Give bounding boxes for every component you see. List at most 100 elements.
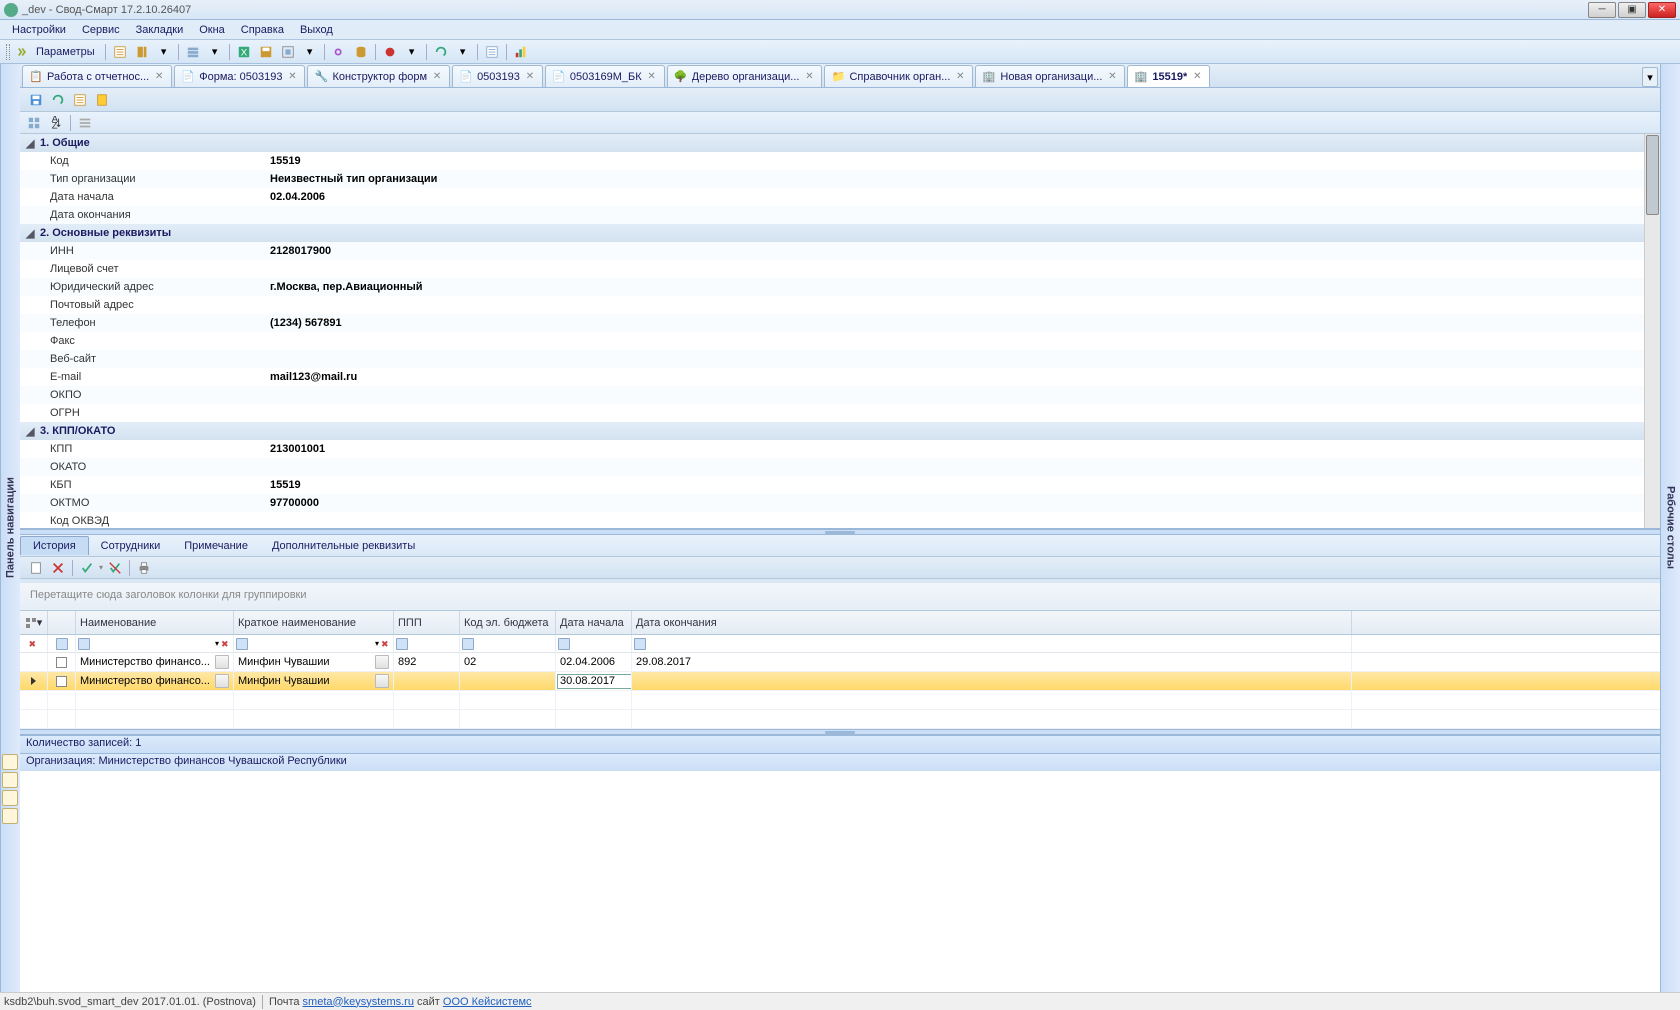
tool-link-icon[interactable] — [329, 42, 349, 62]
pg-row[interactable]: ИНН2128017900 — [20, 242, 1660, 260]
tool-3[interactable]: ▾ — [154, 42, 174, 62]
tab-close-icon[interactable]: ✕ — [1191, 71, 1203, 83]
tool-list-icon[interactable] — [482, 42, 502, 62]
tab-close-icon[interactable]: ✕ — [524, 71, 536, 83]
tab-employees[interactable]: Сотрудники — [89, 537, 173, 555]
menu-service[interactable]: Сервис — [74, 22, 128, 38]
filter-icon[interactable] — [56, 638, 68, 650]
menu-bookmarks[interactable]: Закладки — [128, 22, 192, 38]
strip-icon-1[interactable] — [2, 754, 18, 770]
tool-save-icon[interactable] — [256, 42, 276, 62]
tab-close-icon[interactable]: ✕ — [1106, 71, 1118, 83]
pg-section-header[interactable]: ◢2. Основные реквизиты — [20, 224, 1660, 242]
tab-close-icon[interactable]: ✕ — [646, 71, 658, 83]
prop-value[interactable]: mail123@mail.ru — [270, 371, 1660, 383]
toolbar-grip[interactable] — [6, 44, 10, 60]
table-row[interactable] — [20, 691, 1660, 710]
tool-5[interactable]: ▾ — [205, 42, 225, 62]
tab-report[interactable]: 📋Работа с отчетнос...✕ — [22, 65, 172, 87]
prop-value[interactable]: 97700000 — [270, 497, 1660, 509]
close-button[interactable]: ✕ — [1648, 2, 1676, 18]
tab-history[interactable]: История — [20, 536, 89, 555]
tab-note[interactable]: Примечание — [172, 537, 260, 555]
table-row[interactable]: Министерство финансо... Минфин Чувашии ▾ — [20, 672, 1660, 691]
tool-1[interactable] — [110, 42, 130, 62]
scroll-thumb[interactable] — [1646, 135, 1659, 215]
collapse-icon[interactable]: ◢ — [26, 137, 36, 150]
col-name[interactable]: Наименование — [76, 611, 234, 634]
tool-7[interactable] — [278, 42, 298, 62]
tab-extra[interactable]: Дополнительные реквизиты — [260, 537, 427, 555]
prop-value[interactable]: 15519 — [270, 155, 1660, 167]
strip-icon-2[interactable] — [2, 772, 18, 788]
col-check[interactable] — [48, 611, 76, 634]
maximize-button[interactable]: ▣ — [1618, 2, 1646, 18]
tool-2[interactable] — [132, 42, 152, 62]
pg-row[interactable]: ОКАТО — [20, 458, 1660, 476]
params-button[interactable] — [14, 42, 34, 62]
menu-windows[interactable]: Окна — [191, 22, 233, 38]
tool-chart-icon[interactable] — [511, 42, 531, 62]
strip-icon-4[interactable] — [2, 808, 18, 824]
tool-13[interactable]: ▾ — [453, 42, 473, 62]
tool-excel-icon[interactable]: X — [234, 42, 254, 62]
table-row[interactable]: Министерство финансо... Минфин Чувашии 8… — [20, 653, 1660, 672]
tab-close-icon[interactable]: ✕ — [954, 71, 966, 83]
tab-close-icon[interactable]: ✕ — [153, 71, 165, 83]
row-checkbox[interactable] — [56, 676, 67, 687]
cell-lookup-button[interactable] — [215, 655, 229, 669]
pg-row[interactable]: Дата окончания — [20, 206, 1660, 224]
tab-overflow-button[interactable]: ▾ — [1642, 67, 1658, 87]
mail-link[interactable]: smeta@keysystems.ru — [303, 996, 414, 1008]
nav-panel-collapsed[interactable]: Панель навигации — [0, 64, 20, 992]
filter-icon[interactable] — [462, 638, 474, 650]
categorized-view-button[interactable] — [24, 113, 44, 133]
tab-doc2[interactable]: 📄0503169M_БК✕ — [545, 65, 665, 87]
tab-close-icon[interactable]: ✕ — [803, 71, 815, 83]
col-dstart[interactable]: Дата начала — [556, 611, 632, 634]
pg-row[interactable]: E-mailmail123@mail.ru — [20, 368, 1660, 386]
pg-section-header[interactable]: ◢1. Общие — [20, 134, 1660, 152]
tab-tree[interactable]: 🌳Дерево организаци...✕ — [667, 65, 823, 87]
clear-filter-icon[interactable]: ✖ — [381, 639, 391, 649]
row-checkbox[interactable] — [56, 657, 67, 668]
col-ppp[interactable]: ППП — [394, 611, 460, 634]
menu-help[interactable]: Справка — [233, 22, 292, 38]
pg-row[interactable]: ОКПО — [20, 386, 1660, 404]
clear-filter-icon[interactable]: ✖ — [29, 639, 39, 649]
scrollbar[interactable] — [1644, 134, 1660, 528]
props-button[interactable] — [75, 113, 95, 133]
site-link[interactable]: ООО Кейсистемс — [443, 996, 532, 1008]
cell-lookup-button[interactable] — [375, 674, 389, 688]
tab-neworg[interactable]: 🏢Новая организаци...✕ — [975, 65, 1125, 87]
pg-row[interactable]: ОКТМО97700000 — [20, 494, 1660, 512]
print-button[interactable] — [134, 558, 154, 578]
refresh-button[interactable] — [48, 90, 68, 110]
pg-row[interactable]: ОГРН — [20, 404, 1660, 422]
prop-value[interactable]: г.Москва, пер.Авиационный — [270, 281, 1660, 293]
menu-exit[interactable]: Выход — [292, 22, 341, 38]
pg-row[interactable]: Дата начала02.04.2006 — [20, 188, 1660, 206]
pg-row[interactable]: КПП213001001 — [20, 440, 1660, 458]
pg-row[interactable]: Веб-сайт — [20, 350, 1660, 368]
pg-section-header[interactable]: ◢3. КПП/ОКАТО — [20, 422, 1660, 440]
col-budget[interactable]: Код эл. бюджета — [460, 611, 556, 634]
menu-settings[interactable]: Настройки — [4, 22, 74, 38]
doc-button[interactable] — [92, 90, 112, 110]
filter-icon[interactable] — [634, 638, 646, 650]
tab-doc1[interactable]: 📄0503193✕ — [452, 65, 543, 87]
collapse-icon[interactable]: ◢ — [26, 425, 36, 438]
check-button[interactable] — [77, 558, 97, 578]
prop-value[interactable]: 213001001 — [270, 443, 1660, 455]
filter-icon[interactable] — [78, 638, 90, 650]
uncheck-button[interactable] — [105, 558, 125, 578]
group-panel[interactable]: Перетащите сюда заголовок колонки для гр… — [20, 583, 1660, 611]
col-dend[interactable]: Дата окончания — [632, 611, 1352, 634]
prop-value[interactable]: 15519 — [270, 479, 1660, 491]
tool-db-icon[interactable] — [351, 42, 371, 62]
cell-lookup-button[interactable] — [375, 655, 389, 669]
col-short[interactable]: Краткое наименование — [234, 611, 394, 634]
tab-15519[interactable]: 🏢15519*✕ — [1127, 65, 1210, 87]
tab-form[interactable]: 📄Форма: 0503193✕ — [174, 65, 305, 87]
alpha-sort-button[interactable]: AZ — [46, 113, 66, 133]
